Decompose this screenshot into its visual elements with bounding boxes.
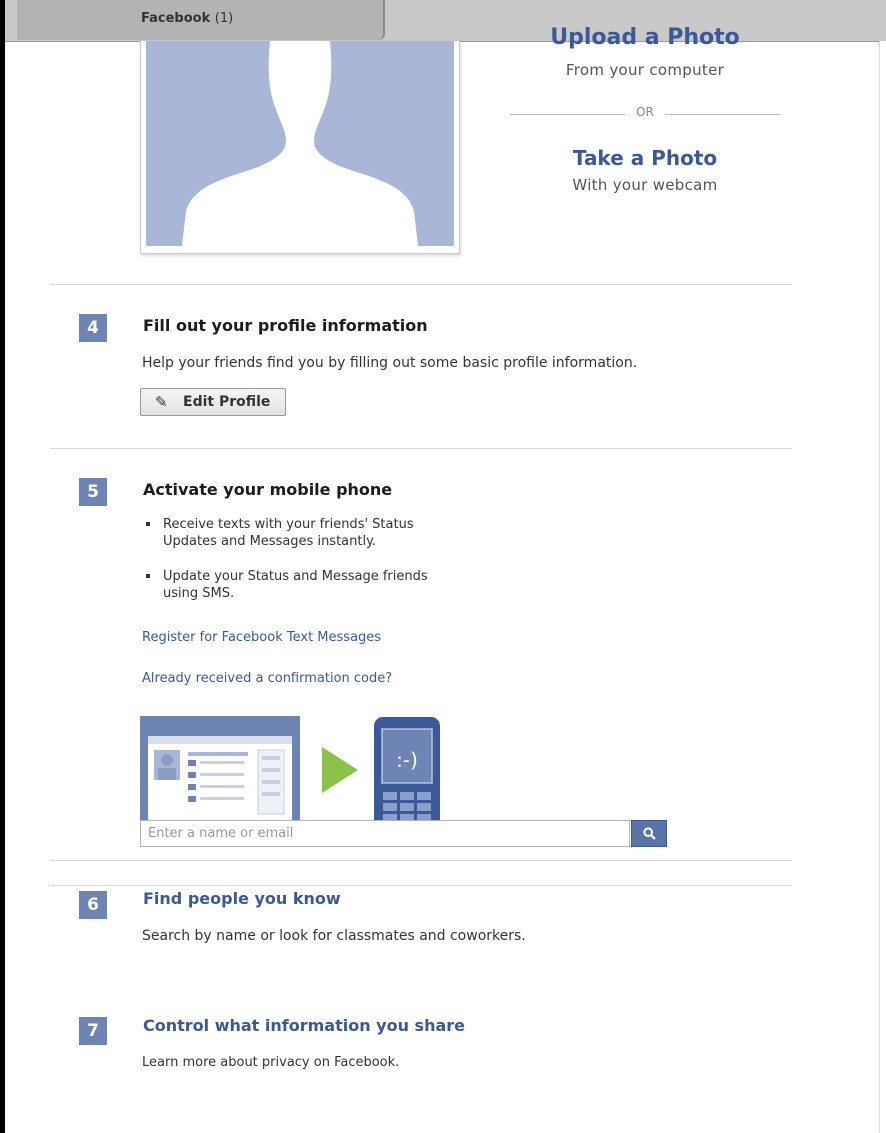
section-divider	[50, 284, 792, 285]
silhouette-icon	[146, 41, 454, 246]
step-title-find-people[interactable]: Find people you know	[143, 889, 341, 908]
section-divider-hidden	[50, 885, 792, 886]
upload-photo-subtitle: From your computer	[565, 61, 725, 79]
step-number-badge: 5	[79, 478, 107, 506]
take-photo-subtitle: With your webcam	[572, 176, 718, 194]
edit-profile-label: Edit Profile	[183, 394, 271, 410]
search-button[interactable]	[631, 820, 667, 847]
search-icon	[643, 827, 656, 840]
list-item-text: Receive texts with your friends' Status …	[163, 517, 414, 549]
tab-title-text: Facebook	[141, 11, 211, 26]
edit-profile-button[interactable]: ✎ Edit Profile	[140, 388, 286, 416]
step-title-mobile: Activate your mobile phone	[143, 480, 393, 499]
take-photo-link[interactable]: Take a Photo	[500, 146, 790, 170]
section-divider	[50, 448, 792, 449]
tab-title: Facebook (1)	[141, 11, 233, 26]
pencil-icon: ✎	[155, 393, 168, 411]
step-number-badge: 4	[79, 314, 107, 342]
list-item-text: Update your Status and Message friends u…	[163, 569, 428, 601]
search-input[interactable]	[140, 820, 630, 847]
facebook-page-illustration	[140, 716, 300, 828]
step-title-privacy[interactable]: Control what information you share	[143, 1016, 465, 1035]
browser-tab-facebook[interactable]: Facebook (1)	[17, 0, 385, 40]
step-title-profile: Fill out your profile information	[143, 316, 428, 335]
step-number-badge: 7	[79, 1017, 107, 1045]
step-number-badge: 6	[79, 891, 107, 919]
upload-photo-link[interactable]: Upload a Photo	[500, 25, 790, 50]
window-frame-edge	[0, 0, 5, 1133]
step-description-find-people-text: Search by name or look for classmates an…	[142, 928, 526, 944]
arrow-right-icon	[322, 747, 358, 793]
or-label: OR	[625, 105, 665, 119]
register-text-messages-link[interactable]: Register for Facebook Text Messages	[142, 630, 381, 645]
tab-notification-count: (1)	[214, 11, 234, 26]
step-description-profile: Help your friends find you by filling ou…	[142, 355, 638, 371]
confirmation-code-link[interactable]: Already received a confirmation code?	[142, 671, 392, 686]
mobile-phone-illustration	[374, 717, 440, 829]
section-divider	[50, 860, 792, 861]
profile-picture-placeholder	[140, 41, 460, 254]
step-description-privacy: Learn more about privacy on Facebook.	[142, 1055, 400, 1070]
page-right-edge	[879, 41, 886, 1133]
bullet-icon	[146, 574, 150, 578]
phone-smiley-text: :-)	[396, 748, 418, 772]
bullet-icon	[146, 522, 150, 526]
